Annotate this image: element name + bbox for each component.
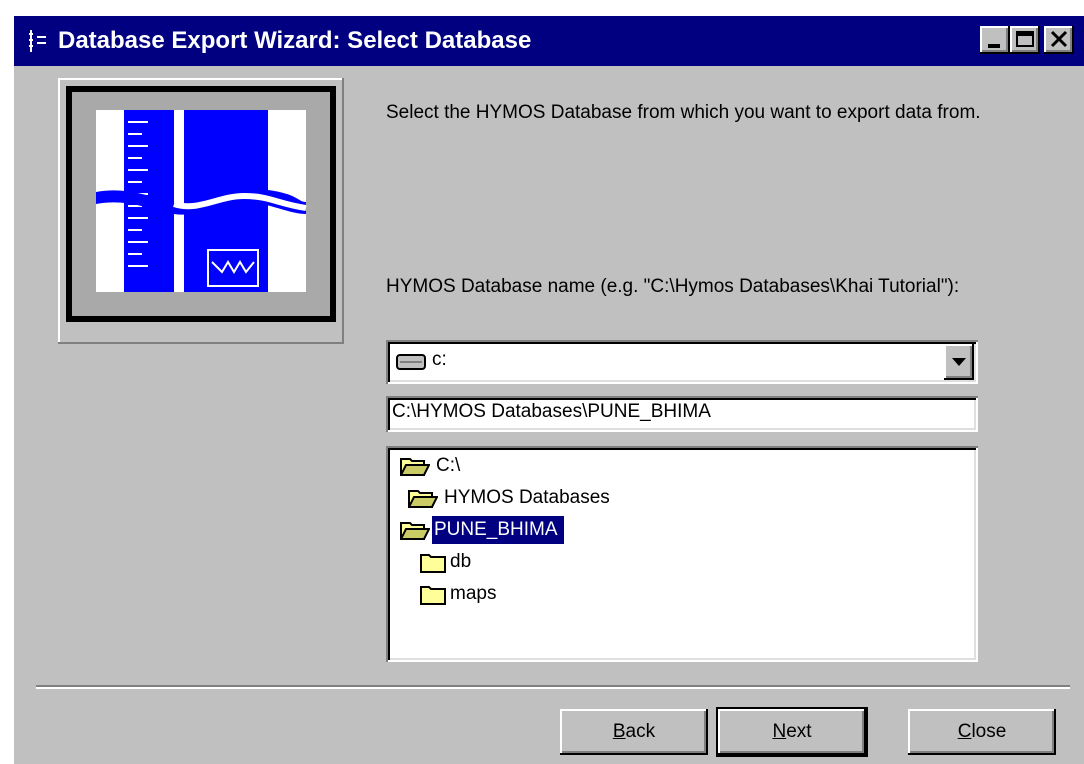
open-folder-icon bbox=[400, 522, 430, 540]
drive-dropdown-button[interactable] bbox=[944, 344, 974, 380]
tree-item-label: PUNE_BHIMA bbox=[432, 516, 564, 544]
app-icon[interactable] bbox=[26, 28, 48, 54]
open-folder-icon bbox=[408, 490, 438, 508]
tree-item-pune-bhima[interactable]: PUNE_BHIMA bbox=[392, 516, 976, 544]
close-button[interactable]: Close bbox=[908, 709, 1056, 755]
database-path-input[interactable]: C:\HYMOS Databases\PUNE_BHIMA bbox=[386, 396, 978, 432]
chevron-down-icon bbox=[952, 358, 966, 366]
close-mnemonic: C bbox=[957, 721, 972, 742]
drive-select[interactable]: c: bbox=[386, 340, 978, 384]
maximize-button[interactable] bbox=[1010, 26, 1040, 54]
minimize-icon bbox=[988, 44, 1000, 48]
maximize-icon bbox=[1016, 31, 1034, 47]
separator bbox=[36, 685, 1070, 689]
next-label: ext bbox=[786, 721, 812, 742]
drive-value: c: bbox=[432, 349, 447, 370]
minimize-button[interactable] bbox=[980, 26, 1010, 54]
tree-item-label: C:\ bbox=[436, 455, 461, 476]
tree-item-label: db bbox=[450, 551, 472, 572]
database-path-value: C:\HYMOS Databases\PUNE_BHIMA bbox=[392, 401, 711, 422]
back-label: ack bbox=[625, 721, 656, 742]
wizard-window: Database Export Wizard: Select Database bbox=[14, 16, 1084, 764]
folder-tree[interactable]: C:\ HYMOS Databases PUNE_BHIMA db maps bbox=[386, 446, 978, 662]
back-button[interactable]: Back bbox=[560, 709, 708, 755]
closed-folder-icon bbox=[420, 554, 446, 573]
open-folder-icon bbox=[400, 458, 430, 476]
drive-icon bbox=[396, 354, 426, 370]
close-label: lose bbox=[971, 721, 1007, 742]
window-title: Database Export Wizard: Select Database bbox=[58, 27, 532, 54]
close-window-button[interactable] bbox=[1044, 26, 1074, 54]
back-mnemonic: B bbox=[612, 721, 626, 742]
tree-item-label: HYMOS Databases bbox=[444, 487, 610, 508]
title-bar[interactable]: Database Export Wizard: Select Database bbox=[14, 16, 1084, 66]
intro-text: Select the HYMOS Database from which you… bbox=[386, 102, 981, 123]
next-button[interactable]: Next bbox=[718, 709, 866, 755]
closed-folder-icon bbox=[420, 586, 446, 605]
next-mnemonic: N bbox=[772, 721, 787, 742]
hymos-logo-image bbox=[58, 78, 344, 344]
database-name-label: HYMOS Database name (e.g. "C:\Hymos Data… bbox=[386, 276, 960, 297]
close-icon bbox=[1050, 30, 1068, 48]
tree-item-label: maps bbox=[450, 583, 497, 604]
